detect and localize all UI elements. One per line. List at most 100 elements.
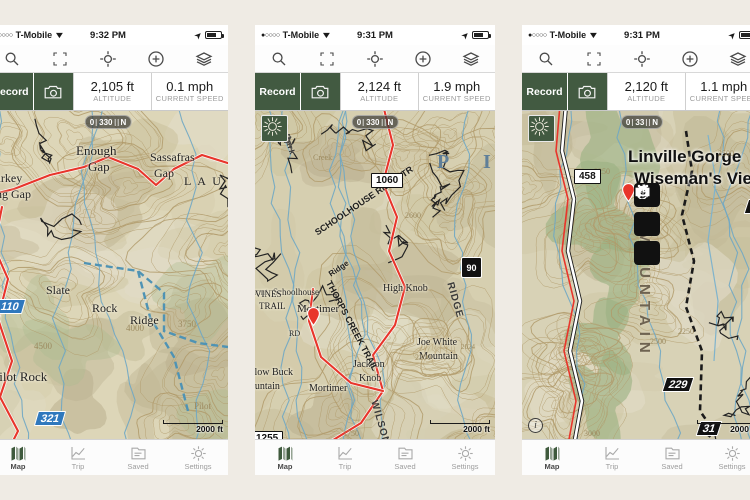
tab-settings[interactable]: Settings (168, 444, 228, 471)
stat-current-speed: 0.1 mph CURRENT SPEED (152, 73, 229, 110)
search-icon[interactable] (266, 48, 292, 70)
stat-label: CURRENT SPEED (422, 94, 491, 104)
wifi-icon: ▼ (320, 30, 333, 40)
heading-center-value: 33 (635, 117, 645, 127)
tab-map[interactable]: Map (0, 444, 48, 471)
gear-icon (724, 444, 741, 461)
tab-saved[interactable]: Saved (375, 444, 435, 471)
stat-value: 1.1 mph (700, 78, 748, 94)
bottom-tab-bar: Map Trip Saved Settings (255, 439, 495, 475)
tab-trip[interactable]: Trip (48, 444, 108, 471)
map-icon (544, 444, 561, 461)
map-layers-icon[interactable] (458, 48, 484, 70)
map-layers-icon[interactable] (725, 48, 750, 70)
phone-screen-panel-right: ●○○○○ T-Mobile ▼ 9:31 PM ➤ Record 2,120 ft ALTI… (522, 25, 750, 475)
bottom-tab-bar: Map Trip Saved Settings (0, 439, 228, 475)
battery-icon (472, 31, 491, 39)
folder-icon (397, 444, 414, 461)
fullscreen-icon[interactable] (581, 48, 607, 70)
locate-crosshair-icon[interactable] (362, 48, 388, 70)
map-scale-label: 2000 ft (730, 424, 750, 434)
tab-settings[interactable]: Settings (435, 444, 495, 471)
status-time: 9:32 PM (90, 29, 126, 41)
route-shield-110[interactable]: 110 (0, 299, 26, 314)
locate-crosshair-icon[interactable] (629, 48, 655, 70)
heading-center-value: 330 (366, 117, 380, 127)
heading-left-value: 0 (356, 117, 362, 127)
poi-icon-stack (634, 183, 660, 265)
route-shield-90[interactable]: 90 (461, 257, 482, 278)
info-button[interactable]: i (528, 418, 543, 433)
tab-trip[interactable]: Trip (582, 444, 642, 471)
location-arrow-icon: ➤ (193, 29, 205, 41)
status-time: 9:31 PM (357, 29, 393, 41)
status-left: ●○○○○T-Mobile▼ (0, 30, 90, 40)
camera-button[interactable] (34, 73, 74, 110)
route-shield-1255[interactable]: 1255 (255, 431, 284, 439)
camera-button[interactable] (568, 73, 608, 110)
map-toolbar (522, 45, 750, 73)
status-right: ➤ (126, 29, 224, 41)
stat-altitude: 2,105 ft ALTITUDE (74, 73, 152, 110)
stat-altitude: 2,120 ft ALTITUDE (608, 73, 686, 110)
fullscreen-icon[interactable] (314, 48, 340, 70)
tab-label: Settings (184, 462, 212, 471)
tab-saved[interactable]: Saved (108, 444, 168, 471)
add-waypoint-icon[interactable] (410, 48, 436, 70)
search-icon[interactable] (0, 48, 25, 70)
stat-current-speed: 1.1 mphCURRENT SPEED (686, 73, 750, 110)
route-shield-229[interactable]: 229 (661, 377, 695, 392)
heading-left-value: 0 (625, 117, 631, 127)
add-waypoint-icon[interactable] (143, 48, 169, 70)
signal-dots-icon: ●○○○○ (528, 31, 547, 39)
record-button[interactable]: Record (255, 73, 301, 110)
signal-dots-icon: ●○○○○ (0, 31, 13, 39)
heading-center-value: 330 (99, 117, 113, 127)
map-canvas[interactable]: EnoughGapSassafrasGapTurkeySpring GapL A… (0, 111, 228, 439)
restrooms-icon[interactable] (634, 184, 660, 236)
camera-button[interactable] (301, 73, 341, 110)
add-waypoint-icon[interactable] (677, 48, 703, 70)
stat-value: 0.1 mph (166, 78, 214, 94)
map-canvas[interactable]: MortimerMortimerHigh KnobJacksonKnobJoe … (255, 111, 495, 439)
signal-dots-icon: ●○○○○ (261, 31, 280, 39)
current-location-pin[interactable] (307, 307, 320, 326)
accessible-icon[interactable] (634, 184, 660, 265)
compass-rose-button[interactable] (261, 115, 288, 142)
map-canvas[interactable]: Linville GorgeWiseman's ViewMOUNTAIN2500… (522, 111, 750, 439)
route-shield-458[interactable]: 458 (574, 169, 601, 184)
carrier-name: T-Mobile (15, 30, 53, 40)
stats-bar: Record 2,120 ft ALTITUDE 1.1 mph CURRENT SPE… (522, 73, 750, 111)
carrier-name: T-Mobile (282, 30, 320, 40)
tab-label: Trip (71, 462, 85, 471)
map-scale-bar: 2000 ft (697, 420, 750, 434)
tab-saved[interactable]: Saved (642, 444, 702, 471)
stat-value: 2,120 ft (624, 78, 668, 94)
stat-label: ALTITUDE (627, 94, 666, 104)
tab-label: Map (10, 462, 26, 471)
status-bar: ●○○○○ T-Mobile ▼ 9:31 PM ➤ (522, 25, 750, 45)
heading-north-marker: N (652, 117, 659, 127)
search-icon[interactable] (533, 48, 559, 70)
tab-map[interactable]: Map (255, 444, 315, 471)
map-layers-icon[interactable] (191, 48, 217, 70)
tab-trip[interactable]: Trip (315, 444, 375, 471)
status-bar: ●○○○○T-Mobile▼9:32 PM ➤ (0, 25, 228, 45)
stat-current-speed: 1.9 mph CURRENT SPEED (419, 73, 496, 110)
location-arrow-icon: ➤ (727, 29, 739, 41)
fullscreen-icon[interactable] (47, 48, 73, 70)
tab-settings[interactable]: Settings (702, 444, 750, 471)
route-shield-1060[interactable]: 1060 (371, 173, 404, 188)
tab-map[interactable]: Map (522, 444, 582, 471)
gear-icon (457, 444, 474, 461)
stat-value: 1.9 mph (433, 78, 481, 94)
compass-rose-button[interactable] (528, 115, 555, 142)
route-shield-321[interactable]: 321 (33, 411, 67, 426)
compass-heading-strip: 0 330 N (351, 115, 399, 129)
locate-crosshair-icon[interactable] (95, 48, 121, 70)
tab-label: Trip (338, 462, 352, 471)
record-button[interactable]: Record (0, 73, 34, 110)
record-button[interactable]: Record (522, 73, 568, 110)
bottom-tab-bar: Map Trip Saved Settings (522, 439, 750, 475)
stats-bar: Record 2,105 ftALTITUDE0.1 mphCURRENT SPE… (0, 73, 228, 111)
